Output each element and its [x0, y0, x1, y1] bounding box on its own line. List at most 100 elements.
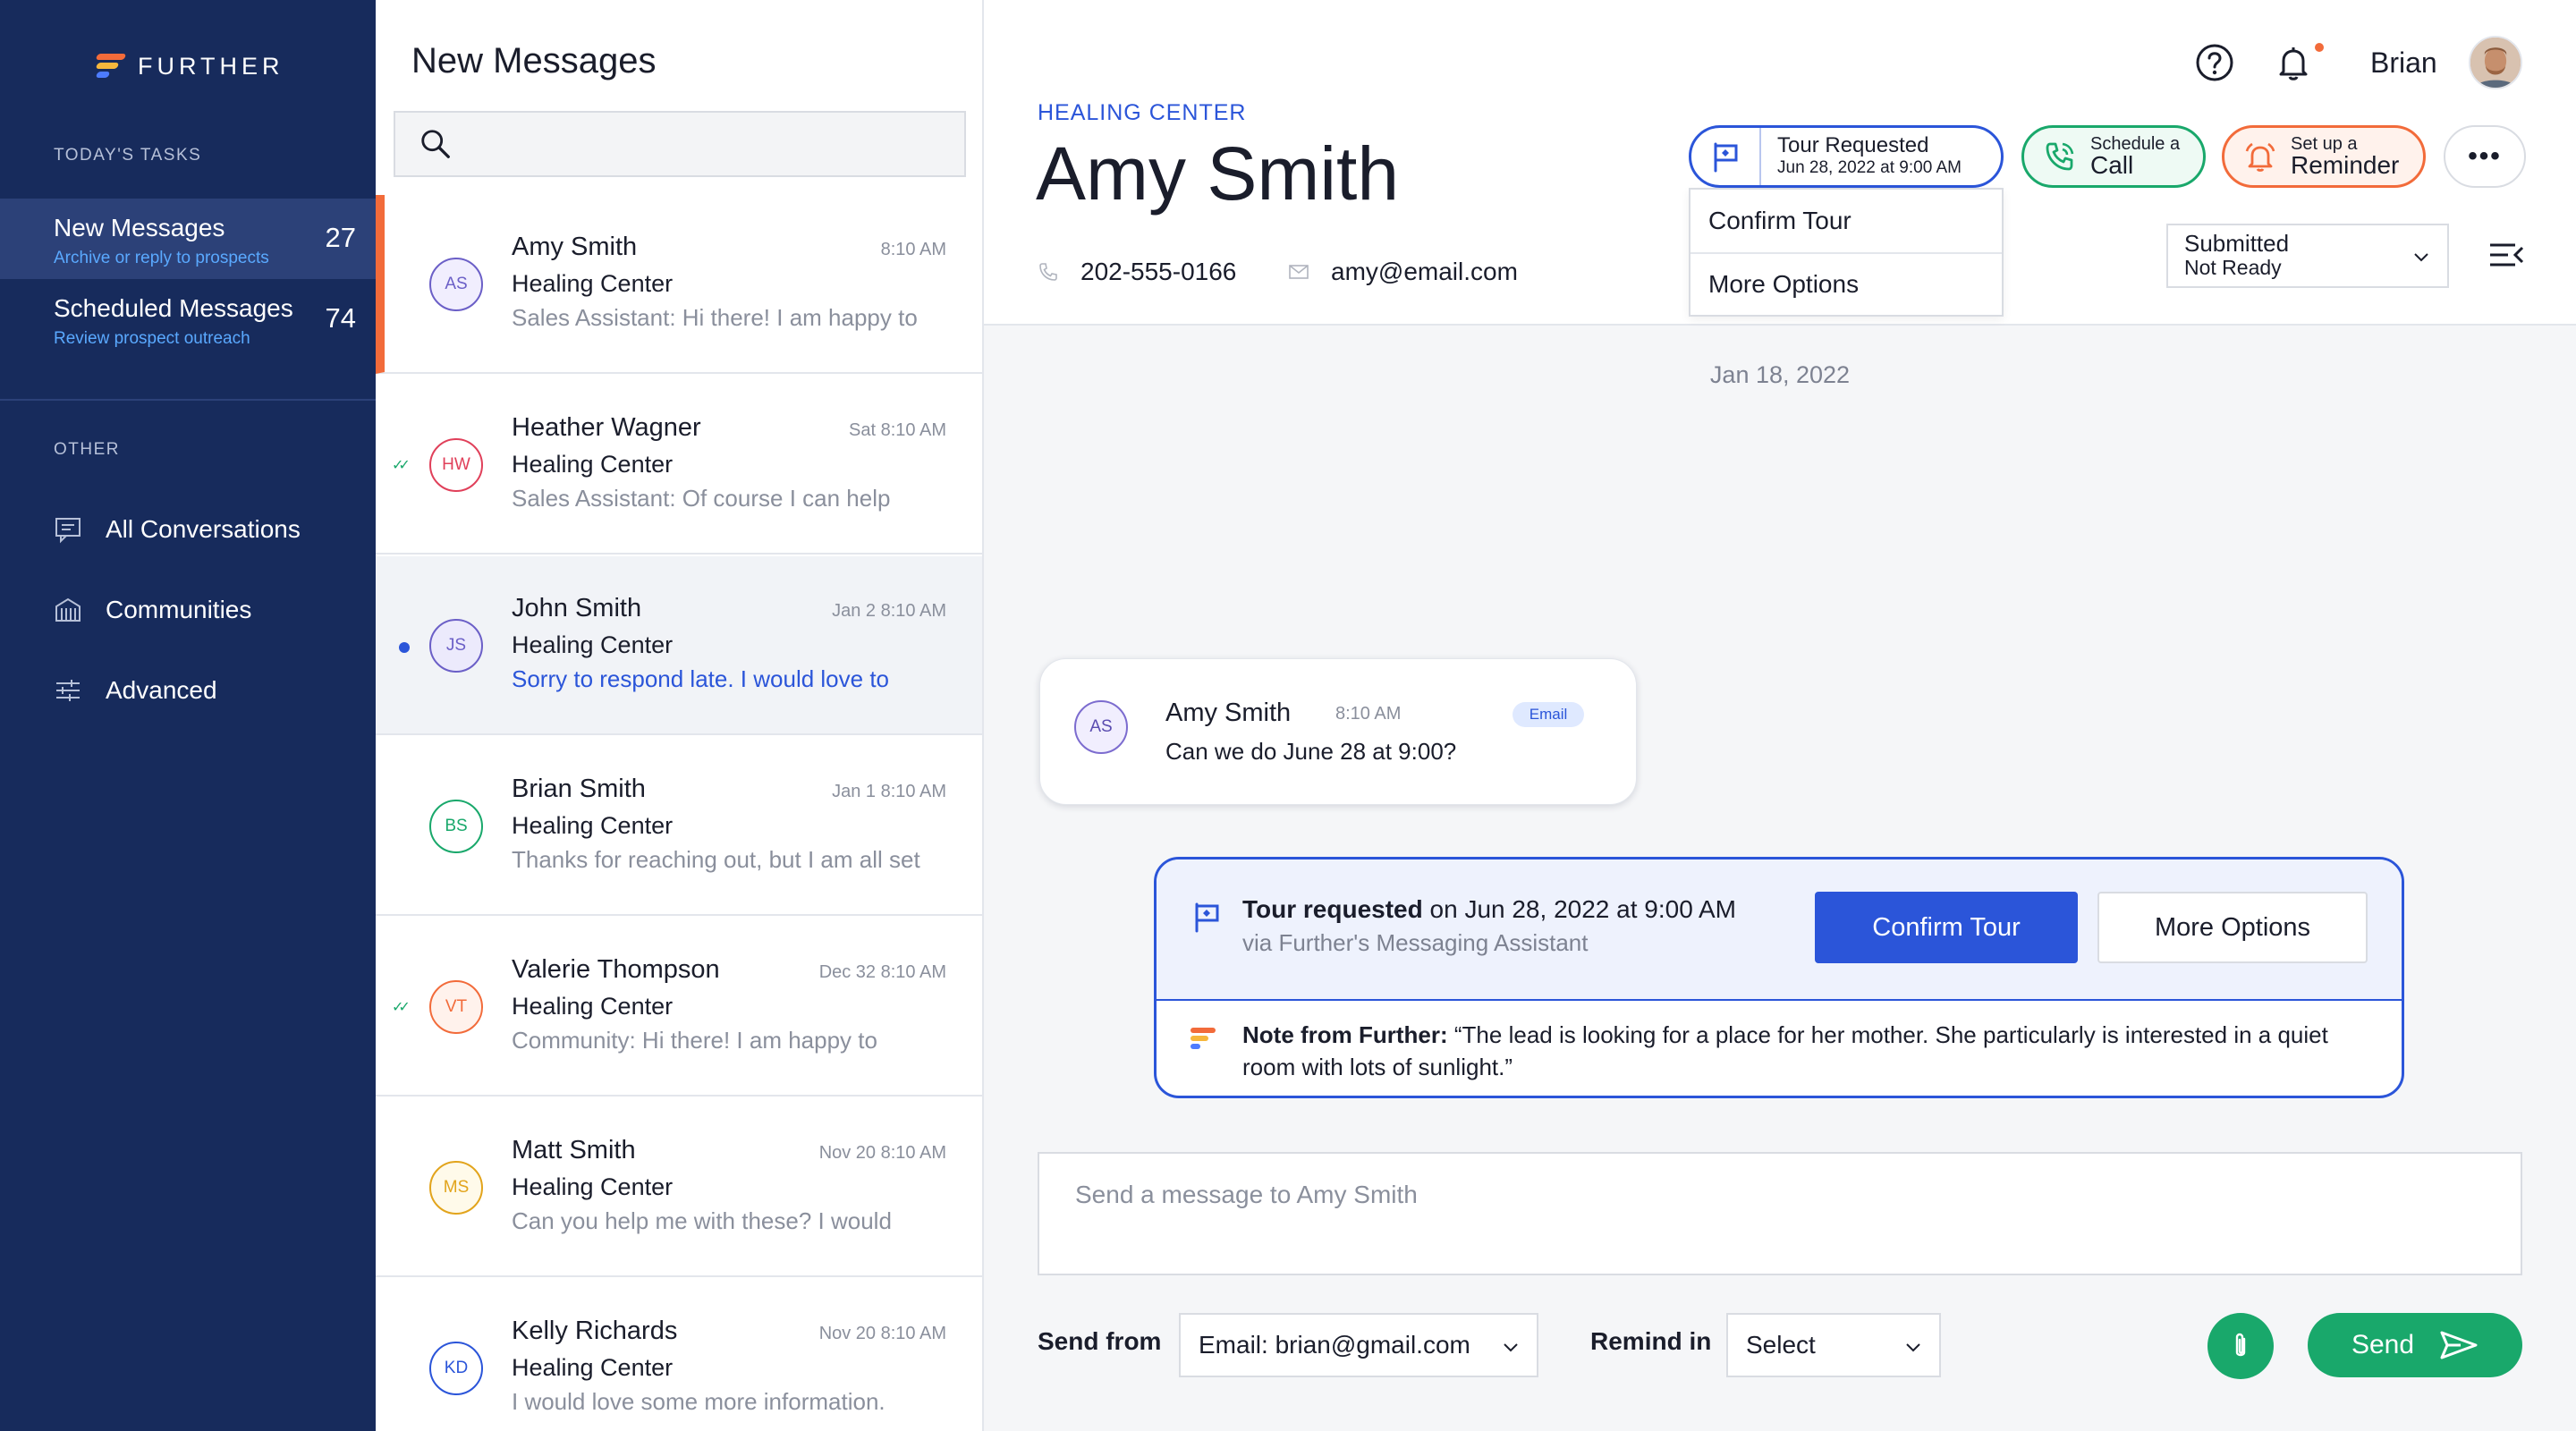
send-from-select[interactable]: Email: brian@gmail.com: [1179, 1313, 1538, 1377]
conversation-item[interactable]: MS Matt Smith Healing Center Can you help m…: [376, 1098, 982, 1277]
help-icon[interactable]: [2195, 43, 2234, 82]
avatar: KD: [429, 1342, 483, 1395]
remind-in-select[interactable]: Select: [1726, 1313, 1941, 1377]
tour-card-header: Tour requested on Jun 28, 2022 at 9:00 A…: [1157, 859, 2402, 1001]
contact-name: Amy Smith: [1036, 131, 1400, 216]
schedule-call-button[interactable]: Schedule a Call: [2021, 125, 2206, 188]
contact-phone[interactable]: 202-555-0166: [1038, 258, 1236, 286]
conversation-time: Nov 20 8:10 AM: [818, 1143, 946, 1163]
confirm-tour-button[interactable]: Confirm Tour: [1815, 892, 2078, 963]
task-title: Scheduled Messages: [54, 294, 293, 322]
message-sender: Amy Smith: [1165, 699, 1292, 727]
nav-label: All Conversations: [106, 515, 301, 543]
unread-dot: [399, 642, 410, 653]
email-address: amy@email.com: [1331, 258, 1518, 285]
tour-card-title-rest: on Jun 28, 2022 at 9:00 AM: [1422, 895, 1737, 923]
more-actions-button[interactable]: •••: [2444, 125, 2526, 188]
send-button[interactable]: Send: [2308, 1313, 2522, 1377]
nav-label: Communities: [106, 596, 252, 623]
task-subtitle: Review prospect outreach: [54, 329, 250, 348]
collapse-panel-icon[interactable]: [2488, 240, 2524, 270]
conversation-item[interactable]: BS Brian Smith Healing Center Thanks for re…: [376, 737, 982, 916]
conversation-view: HEALING CENTER Amy Smith 202-555-0166 am…: [984, 0, 2576, 1431]
conversation-time: Nov 20 8:10 AM: [818, 1324, 946, 1343]
sidebar: FURTHER TODAY'S TASKS New Messages Archi…: [0, 0, 376, 1431]
sidebar-item-all-conversations[interactable]: All Conversations: [54, 515, 301, 544]
conversation-item[interactable]: ✓✓ VT Valerie Thompson Healing Center Commun…: [376, 918, 982, 1097]
tour-menu: Confirm Tour More Options: [1689, 188, 2004, 317]
tour-pill-text: Tour Requested Jun 28, 2022 at 9:00 AM: [1761, 134, 1962, 179]
remind-in-value: Select: [1746, 1331, 1816, 1359]
tour-card-title: Tour requested on Jun 28, 2022 at 9:00 A…: [1242, 895, 1736, 924]
status-line-1: Submitted: [2184, 230, 2290, 257]
message-input[interactable]: Send a message to Amy Smith: [1038, 1152, 2522, 1275]
avatar: HW: [429, 438, 483, 492]
conversation-preview: Thanks for reaching out, but I am all se…: [512, 846, 920, 873]
reminder-pill-big: Reminder: [2291, 151, 2400, 179]
sidebar-item-communities[interactable]: Communities: [54, 596, 251, 624]
search-input[interactable]: [394, 111, 966, 177]
message-text: Can we do June 28 at 9:00?: [1165, 738, 1457, 765]
conversation-item[interactable]: AS Amy Smith Healing Center Sales Assistant…: [376, 195, 982, 374]
conversation-org: Healing Center: [512, 812, 674, 839]
avatar[interactable]: [2469, 36, 2522, 89]
todays-tasks-heading: TODAY'S TASKS: [54, 146, 202, 165]
send-from-label: Send from: [1038, 1327, 1162, 1355]
brand-name: FURTHER: [138, 52, 284, 80]
conversation-item[interactable]: JS John Smith Healing Center Sorry to respo…: [376, 556, 982, 735]
conversation-org: Healing Center: [512, 451, 674, 478]
reminder-pill-text: Set up a Reminder: [2291, 135, 2399, 178]
phone-number: 202-555-0166: [1080, 258, 1237, 285]
conversation-name: Heather Wagner: [512, 413, 701, 442]
more-options-button[interactable]: More Options: [2097, 892, 2368, 963]
bell-icon[interactable]: [2274, 43, 2313, 82]
send-from-value: Email: brian@gmail.com: [1199, 1331, 1470, 1359]
task-count: 27: [325, 222, 356, 253]
attach-button[interactable]: [2207, 1313, 2274, 1379]
conversation-preview: Community: Hi there! I am happy to: [512, 1027, 877, 1054]
conversation-preview: Sales Assistant: Hi there! I am happy to: [512, 304, 918, 331]
conversation-name: Valerie Thompson: [512, 955, 720, 984]
call-pill-text: Schedule a Call: [2090, 135, 2180, 178]
conversation-name: Brian Smith: [512, 775, 646, 803]
status-select[interactable]: Submitted Not Ready: [2166, 224, 2449, 288]
conversation-preview: Sorry to respond late. I would love to: [512, 665, 890, 692]
conversation-org: Healing Center: [512, 993, 674, 1020]
task-scheduled-messages[interactable]: Scheduled Messages Review prospect outre…: [0, 279, 376, 360]
message-bubble: AS Amy Smith 8:10 AM Email Can we do Jun…: [1039, 658, 1637, 805]
conversation-item[interactable]: ✓✓ HW Heather Wagner Healing Center Sales As…: [376, 376, 982, 555]
conversation-preview: I would love some more information.: [512, 1388, 886, 1415]
call-pill-big: Call: [2090, 151, 2134, 179]
sidebar-divider: [0, 399, 376, 401]
sidebar-item-advanced[interactable]: Advanced: [54, 676, 217, 705]
avatar: AS: [1074, 700, 1128, 754]
task-title: New Messages: [54, 214, 225, 241]
conversation-preview: Sales Assistant: Of course I can help: [512, 485, 891, 512]
menu-item-confirm-tour[interactable]: Confirm Tour: [1690, 190, 2002, 252]
conversation-name: Amy Smith: [512, 233, 638, 261]
date-separator: Jan 18, 2022: [1709, 361, 1851, 388]
paperclip-icon: [2235, 1333, 2246, 1357]
avatar: VT: [429, 980, 483, 1034]
conversation-org: Healing Center: [512, 631, 674, 658]
replied-check-icon: ✓✓: [392, 1000, 411, 1015]
menu-item-more-options[interactable]: More Options: [1690, 252, 2002, 315]
message-time: 8:10 AM: [1335, 704, 1402, 724]
further-note: Note from Further: “The lead is looking …: [1242, 1019, 2378, 1083]
avatar: BS: [429, 800, 483, 853]
tour-requested-dropdown[interactable]: Tour Requested Jun 28, 2022 at 9:00 AM: [1689, 125, 2004, 188]
task-new-messages[interactable]: New Messages Archive or reply to prospec…: [0, 199, 376, 279]
set-reminder-button[interactable]: Set up a Reminder: [2222, 125, 2426, 188]
message-list-panel: New Messages AS Amy Smith Healing Center Sa…: [376, 0, 984, 1431]
nav-label: Advanced: [106, 676, 217, 704]
user-name[interactable]: Brian: [2370, 47, 2437, 80]
contact-email[interactable]: amy@email.com: [1288, 258, 1518, 286]
search-icon: [421, 130, 450, 158]
tour-pill-title: Tour Requested: [1777, 133, 1929, 157]
conversation-item[interactable]: KD Kelly Richards Healing Center I would lo…: [376, 1279, 982, 1431]
list-title: New Messages: [411, 41, 657, 80]
reminder-pill-small: Set up a: [2291, 134, 2358, 154]
logo: FURTHER: [95, 52, 284, 80]
flag-icon: [1714, 142, 1738, 173]
conversation-org: Healing Center: [512, 1173, 674, 1200]
